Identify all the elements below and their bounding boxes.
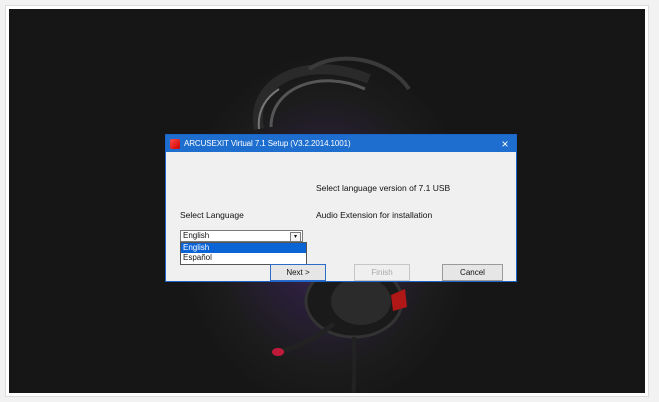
dialog-titlebar[interactable]: ARCUSEXIT Virtual 7.1 Setup (V3.2.2014.1… [166, 135, 516, 152]
option-espanol[interactable]: Español [181, 253, 306, 263]
language-select[interactable]: English ▾ [180, 230, 303, 242]
setup-dialog: ARCUSEXIT Virtual 7.1 Setup (V3.2.2014.1… [165, 134, 517, 282]
cancel-button[interactable]: Cancel [442, 264, 503, 281]
language-dropdown-list: English Español [180, 242, 307, 265]
prompt-line-1: Select language version of 7.1 USB [316, 183, 451, 193]
language-select-value: English [183, 231, 210, 240]
next-button[interactable]: Next > [270, 264, 326, 281]
dialog-title: ARCUSEXIT Virtual 7.1 Setup (V3.2.2014.1… [184, 139, 351, 148]
select-language-label: Select Language [180, 210, 244, 220]
option-english[interactable]: English [181, 243, 306, 253]
screenshot-frame: ARCUSEXIT Virtual 7.1 Setup (V3.2.2014.1… [6, 6, 648, 396]
close-icon[interactable]: × [494, 135, 516, 152]
finish-button[interactable]: Finish [354, 264, 410, 281]
prompt-line-2: Audio Extension for installation [316, 210, 433, 220]
app-icon [170, 138, 180, 149]
chevron-down-icon[interactable]: ▾ [290, 232, 301, 242]
